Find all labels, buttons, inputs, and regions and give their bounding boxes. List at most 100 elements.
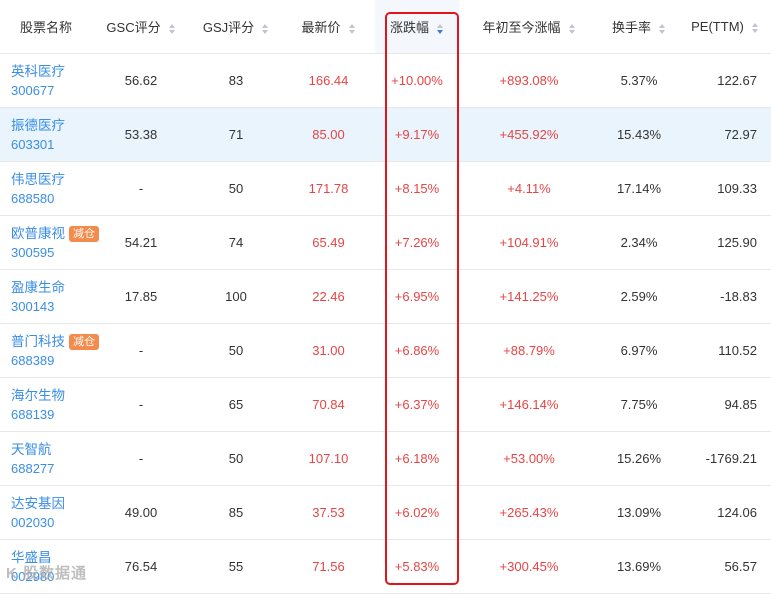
table-row[interactable]: 天智航 688277-50 107.10 +6.18% +53.00% 15.26% -17… <box>0 431 771 486</box>
latest-price: 166.44 <box>282 53 375 108</box>
pe-ttm: 56.57 <box>679 539 771 594</box>
stock-name-link[interactable]: 海尔生物 <box>11 388 65 403</box>
table-row[interactable]: 华盛昌 002980 76.54 55 71.56 +5.83% +300.45% 13.69… <box>0 539 771 594</box>
gsj-score: 55 <box>190 539 282 594</box>
stock-name-cell[interactable]: 普门科技 减仓 688389 <box>0 323 99 378</box>
stock-name-link[interactable]: 振德医疗 <box>11 118 65 133</box>
reduce-position-badge: 减仓 <box>69 225 99 242</box>
ytd-change: +265.43% <box>459 485 599 540</box>
ytd-change: +455.92% <box>459 107 599 162</box>
table-body: 英科医疗 300677 56.62 83 166.44 +10.00% +893.08% 5.… <box>0 53 771 594</box>
table-row[interactable]: 欧普康视 减仓 300595 54.21 74 65.49 +7.26% +104.91% 2.… <box>0 215 771 270</box>
table-row[interactable]: 普门科技 减仓 688389-50 31.00 +6.86% +88.79% 6.97% 11… <box>0 323 771 378</box>
stock-code-link[interactable]: 688139 <box>11 405 92 424</box>
stock-name-link[interactable]: 欧普康视 <box>11 226 65 241</box>
ytd-change: +146.14% <box>459 377 599 432</box>
stock-name-link[interactable]: 达安基因 <box>11 496 65 511</box>
stock-name-cell[interactable]: 海尔生物 688139 <box>0 377 92 432</box>
latest-price: 22.46 <box>282 269 375 324</box>
table-row[interactable]: 伟思医疗 688580-50 171.78 +8.15% +4.11% 17.14% 109… <box>0 161 771 216</box>
latest-price: 71.56 <box>282 539 375 594</box>
sort-icon[interactable] <box>168 23 176 34</box>
ytd-change: +53.00% <box>459 431 599 486</box>
turnover-rate: 2.59% <box>599 269 679 324</box>
header-turnover[interactable]: 换手率 <box>599 0 679 54</box>
stock-code-link[interactable]: 603301 <box>11 135 92 154</box>
sort-icon[interactable] <box>568 23 576 34</box>
header-change-pct[interactable]: 涨跌幅 <box>375 0 459 54</box>
stock-name-link[interactable]: 普门科技 <box>11 334 65 349</box>
latest-price: 65.49 <box>282 215 375 270</box>
stock-code-link[interactable]: 300677 <box>11 81 92 100</box>
sort-icon[interactable] <box>659 23 666 34</box>
stock-name-cell[interactable]: 天智航 688277 <box>0 431 92 486</box>
gsj-score: 71 <box>190 107 282 162</box>
pe-ttm: 72.97 <box>679 107 771 162</box>
pe-ttm: 109.33 <box>679 161 771 216</box>
stock-name-cell[interactable]: 伟思医疗 688580 <box>0 161 92 216</box>
stock-name-cell[interactable]: 英科医疗 300677 <box>0 53 92 108</box>
sort-desc-icon[interactable] <box>437 23 444 34</box>
turnover-rate: 13.69% <box>599 539 679 594</box>
table-row[interactable]: 振德医疗 603301 53.38 71 85.00 +9.17% +455.92% 15.4… <box>0 107 771 162</box>
stock-name-cell[interactable]: 盈康生命 300143 <box>0 269 92 324</box>
gsj-score: 100 <box>190 269 282 324</box>
stock-code-link[interactable]: 688277 <box>11 459 92 478</box>
table-row[interactable]: 盈康生命 300143 17.85 100 22.46 +6.95% +141.25% 2.5… <box>0 269 771 324</box>
stock-name-cell[interactable]: 欧普康视 减仓 300595 <box>0 215 99 270</box>
change-pct: +6.18% <box>375 431 459 486</box>
header-pe-ttm[interactable]: PE(TTM) <box>679 0 771 54</box>
turnover-rate: 17.14% <box>599 161 679 216</box>
sort-icon[interactable] <box>348 23 356 34</box>
stock-table: 股票名称 GSC评分 GSJ评分 最新价 涨跌幅 年初至今涨幅 换手率 PE(T… <box>0 0 771 594</box>
change-pct: +5.83% <box>375 539 459 594</box>
header-ytd-change[interactable]: 年初至今涨幅 <box>459 0 599 54</box>
turnover-rate: 7.75% <box>599 377 679 432</box>
gsc-score: 56.62 <box>92 53 190 108</box>
pe-ttm: 110.52 <box>679 323 771 378</box>
sort-icon[interactable] <box>262 23 269 34</box>
stock-name-link[interactable]: 天智航 <box>11 442 52 457</box>
stock-name-link[interactable]: 盈康生命 <box>11 280 65 295</box>
stock-code-link[interactable]: 300143 <box>11 297 92 316</box>
table-row[interactable]: 英科医疗 300677 56.62 83 166.44 +10.00% +893.08% 5.… <box>0 53 771 108</box>
pe-ttm: 94.85 <box>679 377 771 432</box>
ytd-change: +88.79% <box>459 323 599 378</box>
stock-name-cell[interactable]: 达安基因 002030 <box>0 485 92 540</box>
turnover-rate: 13.09% <box>599 485 679 540</box>
stock-code-link[interactable]: 002030 <box>11 513 92 532</box>
stock-name-cell[interactable]: 振德医疗 603301 <box>0 107 92 162</box>
pe-ttm: 122.67 <box>679 53 771 108</box>
latest-price: 107.10 <box>282 431 375 486</box>
stock-code-link[interactable]: 688389 <box>11 351 92 370</box>
gsc-score: - <box>92 377 190 432</box>
gsj-score: 65 <box>190 377 282 432</box>
pe-ttm: 125.90 <box>679 215 771 270</box>
pe-ttm: -18.83 <box>679 269 771 324</box>
gsc-score: - <box>92 323 190 378</box>
header-latest-price[interactable]: 最新价 <box>282 0 375 54</box>
header-gsj-score[interactable]: GSJ评分 <box>190 0 282 54</box>
sort-icon[interactable] <box>751 22 759 33</box>
table-row[interactable]: 海尔生物 688139-65 70.84 +6.37% +146.14% 7.75% 94.… <box>0 377 771 432</box>
gsj-score: 50 <box>190 161 282 216</box>
latest-price: 85.00 <box>282 107 375 162</box>
latest-price: 171.78 <box>282 161 375 216</box>
gsc-score: 53.38 <box>92 107 190 162</box>
stock-code-link[interactable]: 300595 <box>11 243 92 262</box>
table-row[interactable]: 达安基因 002030 49.00 85 37.53 +6.02% +265.43% 13.0… <box>0 485 771 540</box>
gsc-score: 17.85 <box>92 269 190 324</box>
stock-name-link[interactable]: 英科医疗 <box>11 64 65 79</box>
stock-code-link[interactable]: 688580 <box>11 189 92 208</box>
change-pct: +6.86% <box>375 323 459 378</box>
header-stock-name: 股票名称 <box>0 0 92 54</box>
reduce-position-badge: 减仓 <box>69 333 99 350</box>
ytd-change: +104.91% <box>459 215 599 270</box>
gsc-score: 54.21 <box>92 215 190 270</box>
watermark: K 股数据通 <box>6 565 88 582</box>
stock-name-link[interactable]: 伟思医疗 <box>11 172 65 187</box>
turnover-rate: 15.43% <box>599 107 679 162</box>
gsc-score: - <box>92 431 190 486</box>
change-pct: +6.37% <box>375 377 459 432</box>
header-gsc-score[interactable]: GSC评分 <box>92 0 190 54</box>
